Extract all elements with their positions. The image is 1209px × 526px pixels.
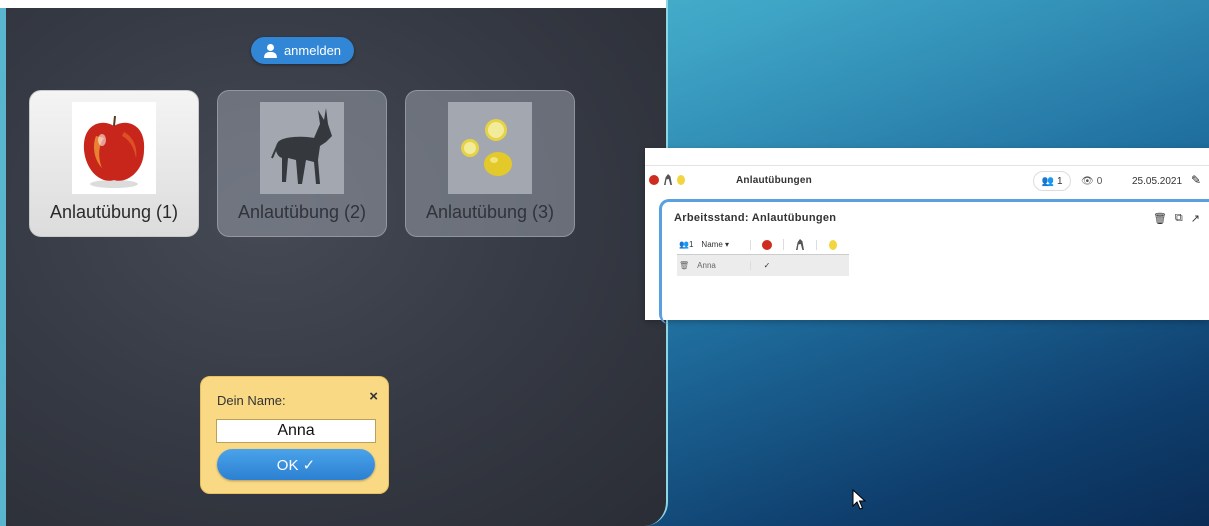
eye-icon: 👁 — [1081, 176, 1094, 187]
apple-icon — [762, 239, 772, 250]
card-label: Anlautübung (2) — [237, 202, 367, 222]
login-button[interactable]: anmelden — [251, 37, 354, 64]
trash-icon[interactable]: 🗑 — [679, 261, 689, 270]
student-name: Anna — [697, 261, 716, 270]
overview-title: Anlautübungen — [736, 175, 812, 186]
lemon-icon — [677, 174, 685, 185]
results-overlay: Anlautübungen 👥 1 👁 0 25.05.2021 ✎ Arbei… — [645, 148, 1209, 324]
ok-button[interactable]: OK ✓ — [217, 449, 375, 480]
lemon-icon — [829, 239, 837, 250]
apple-column-header — [750, 239, 783, 250]
group-icon: 👥 — [1041, 175, 1054, 187]
name-dialog: Dein Name: × OK ✓ — [200, 376, 389, 494]
overview-date: 25.05.2021 — [1132, 176, 1183, 187]
pencil-icon[interactable]: ✎ — [1191, 173, 1201, 187]
result-cell: ✓ — [750, 261, 783, 270]
card-label: Anlautübung (3) — [425, 202, 555, 222]
exercise-card-1[interactable]: Anlautübung (1) — [29, 90, 199, 237]
lemon-image — [448, 102, 532, 194]
login-label: anmelden — [283, 43, 342, 58]
donkey-column-header — [783, 239, 816, 250]
name-label: Dein Name: — [217, 393, 286, 408]
donkey-icon — [664, 174, 672, 185]
table-row: 🗑 Anna ✓ — [677, 255, 849, 276]
donkey-icon — [796, 239, 804, 250]
overlay-header: Anlautübungen 👥 1 👁 0 25.05.2021 ✎ — [645, 167, 1209, 195]
exercise-app-panel: anmelden Anlautübung (1) Anlautübung (2)… — [0, 0, 668, 526]
exercise-card-3[interactable]: Anlautübung (3) — [405, 90, 575, 237]
card-label: Anlautübung (1) — [49, 202, 179, 222]
overlay-top-bar — [645, 148, 1209, 166]
trash-icon[interactable]: 🗑 — [1153, 212, 1167, 225]
participants-count: 1 — [1056, 175, 1063, 187]
progress-table: 👥1 Name ▾ 🗑 Anna ✓ — [677, 235, 849, 276]
apple-icon — [649, 174, 659, 185]
top-strip — [0, 0, 666, 8]
participants-badge[interactable]: 👥 1 — [1033, 171, 1071, 191]
progress-panel: Arbeitsstand: Anlautübungen 🗑 ⧉ ↗ 👥1 Nam… — [659, 199, 1209, 324]
donkey-image — [260, 102, 344, 194]
external-link-icon[interactable]: ↗ — [1191, 212, 1200, 225]
name-column-header[interactable]: Name ▾ — [701, 240, 729, 249]
apple-image — [72, 102, 156, 194]
lemon-column-header — [816, 239, 849, 250]
views-counter: 👁 0 — [1081, 176, 1102, 187]
exercise-icons — [649, 174, 685, 185]
left-edge — [0, 8, 6, 526]
copy-icon[interactable]: ⧉ — [1175, 212, 1183, 225]
mouse-cursor-icon — [852, 489, 867, 510]
group-count: 👥1 — [679, 240, 694, 249]
name-input[interactable] — [216, 419, 376, 443]
table-header: 👥1 Name ▾ — [677, 235, 849, 255]
close-icon[interactable]: × — [369, 388, 378, 405]
exercise-card-2[interactable]: Anlautübung (2) — [217, 90, 387, 237]
panel-tools: 🗑 ⧉ ↗ — [1153, 212, 1200, 225]
progress-title: Arbeitsstand: Anlautübungen — [674, 212, 837, 224]
user-icon — [263, 43, 277, 58]
views-count: 0 — [1096, 176, 1103, 187]
